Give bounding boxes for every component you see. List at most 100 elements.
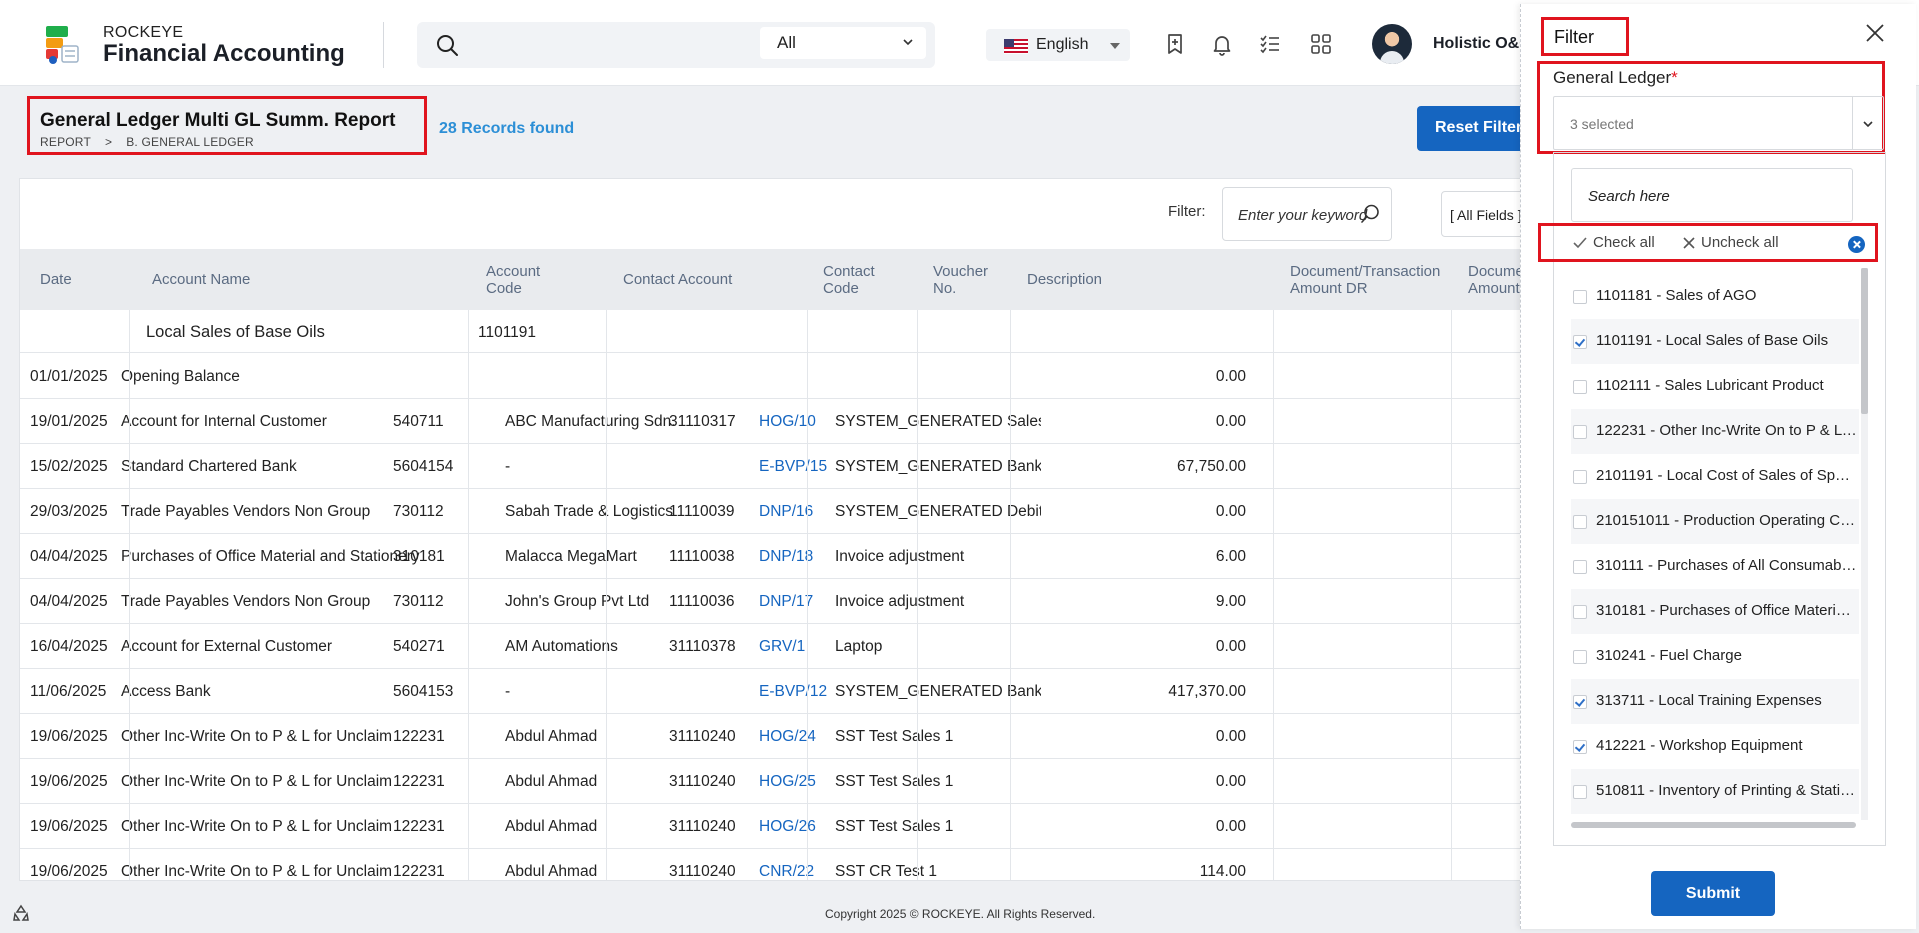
bookmark-add-icon[interactable] [1163, 32, 1187, 56]
gl-option[interactable]: 510811 - Inventory of Printing & Station… [1571, 769, 1859, 814]
cell-amount-dr: 67,750.00 [1177, 457, 1246, 475]
checkbox-unchecked[interactable] [1573, 515, 1587, 529]
cell-account-code: 5604153 [393, 682, 454, 700]
col-voucher-no[interactable]: Voucher No. [933, 249, 1013, 310]
col-contact-account[interactable]: Contact Account [623, 249, 773, 310]
gl-option[interactable]: 412221 - Workshop Equipment [1571, 724, 1859, 769]
submit-button[interactable]: Submit [1651, 871, 1775, 916]
checkbox-unchecked[interactable] [1573, 560, 1587, 574]
checkbox-unchecked[interactable] [1573, 380, 1587, 394]
checklist-icon[interactable] [1258, 32, 1282, 56]
cell-amount-dr: 0.00 [1215, 727, 1246, 745]
gl-option[interactable]: 1101181 - Sales of AGO [1571, 274, 1859, 319]
table-row[interactable]: 11/06/2025 Access Bank 5604153- E-BVP/12 SYS… [20, 669, 1526, 714]
cell-account-code: 122231 [393, 772, 445, 790]
checkbox-checked[interactable] [1573, 335, 1587, 349]
gl-option[interactable]: 313711 - Local Training Expenses [1571, 679, 1859, 724]
col-description[interactable]: Description [1027, 249, 1187, 310]
table-row[interactable]: 29/03/2025 Trade Payables Vendors Non Gro… [20, 489, 1526, 534]
cell-amount-dr: 0.00 [1215, 412, 1246, 430]
general-ledger-select[interactable]: 3 selected [1553, 96, 1884, 150]
gl-option-label: 1102111 - Sales Lubricant Product [1596, 377, 1824, 394]
search-scope-select[interactable]: All [760, 27, 926, 59]
checkbox-unchecked[interactable] [1573, 425, 1587, 439]
footer-copyright: Copyright 2025 © ROCKEYE. All Rights Res… [825, 907, 1096, 921]
checkbox-unchecked[interactable] [1573, 785, 1587, 799]
dropdown-horizontal-scrollbar[interactable] [1571, 822, 1856, 828]
table-row[interactable]: 19/06/2025 Other Inc-Write On to P & L fo… [20, 714, 1526, 759]
cell-contact-account: - [505, 682, 511, 700]
gl-option[interactable]: 210151011 - Production Operating Cost [1571, 499, 1859, 544]
gl-option[interactable]: 310111 - Purchases of All Consumables [1571, 544, 1859, 589]
col-contact-code[interactable]: Contact Code [823, 249, 913, 310]
checkbox-checked[interactable] [1573, 740, 1587, 754]
checkbox-unchecked[interactable] [1573, 470, 1587, 484]
keyword-search-input[interactable]: Enter your keyword [1222, 187, 1392, 241]
table-row[interactable]: 15/02/2025 Standard Chartered Bank 5604154… [20, 444, 1526, 489]
gl-option[interactable]: 122231 - Other Inc-Write On to P & L for… [1571, 409, 1859, 454]
gl-option-label: 310111 - Purchases of All Consumables [1596, 557, 1858, 574]
table-row[interactable]: 16/04/2025 Account for External Customer 5… [20, 624, 1526, 669]
header-divider [383, 22, 384, 68]
table-row[interactable]: 04/04/2025 Trade Payables Vendors Non Gro… [20, 579, 1526, 624]
recycle-icon[interactable] [12, 904, 30, 922]
table-row[interactable]: 19/01/2025 Account for Internal Customer 5… [20, 399, 1526, 444]
col-account-name[interactable]: Account Name [152, 249, 392, 310]
table-row[interactable]: 19/06/2025 Other Inc-Write On to P & L fo… [20, 759, 1526, 804]
col-amount-cr[interactable]: Document/TransactionAmount CR [1468, 249, 1526, 310]
cell-contact-code: 11110036 [669, 592, 735, 610]
checkbox-checked[interactable] [1573, 695, 1587, 709]
gl-option[interactable]: 310241 - Fuel Charge [1571, 634, 1859, 679]
gl-option[interactable]: 1102111 - Sales Lubricant Product [1571, 364, 1859, 409]
chevron-down-icon[interactable] [1861, 117, 1875, 131]
cell-account-code: 5604154 [393, 457, 454, 475]
keyword-placeholder: Enter your keyword [1238, 207, 1368, 224]
caret-down-icon [1110, 43, 1120, 49]
check-all-button[interactable]: Check all [1573, 234, 1655, 251]
apps-grid-icon[interactable] [1309, 32, 1333, 56]
col-date[interactable]: Date [40, 249, 130, 310]
table-row[interactable]: 19/06/2025 Other Inc-Write On to P & L fo… [20, 804, 1526, 849]
gl-option[interactable]: 1101191 - Local Sales of Base Oils [1571, 319, 1859, 364]
global-search[interactable]: All [417, 22, 935, 68]
dropdown-scrollbar-thumb[interactable] [1861, 268, 1868, 414]
gl-option[interactable]: 2101191 - Local Cost of Sales of Special… [1571, 454, 1859, 499]
search-icon[interactable] [1359, 203, 1381, 225]
user-avatar[interactable] [1372, 24, 1412, 64]
checkbox-unchecked[interactable] [1573, 650, 1587, 664]
breadcrumb-root[interactable]: REPORT [40, 135, 91, 149]
gl-option-label: 412221 - Workshop Equipment [1596, 737, 1803, 754]
cell-contact-account: Malacca MegaMart [505, 547, 637, 565]
gl-option[interactable]: 310181 - Purchases of Office Material an… [1571, 589, 1859, 634]
cell-date: 19/06/2025 [30, 727, 108, 745]
clear-selection-icon[interactable] [1848, 236, 1865, 253]
general-ledger-label: General Ledger* [1553, 68, 1678, 87]
bell-icon[interactable] [1210, 32, 1234, 56]
checkbox-unchecked[interactable] [1573, 605, 1587, 619]
col-amount-dr[interactable]: Document/Transaction Amount DR [1290, 249, 1472, 310]
cell-date: 16/04/2025 [30, 637, 108, 655]
table-row[interactable]: 19/06/2025 Other Inc-Write On to P & L fo… [20, 849, 1526, 880]
uncheck-all-button[interactable]: Uncheck all [1683, 234, 1779, 251]
table-row[interactable]: 04/04/2025 Purchases of Office Material a… [20, 534, 1526, 579]
table-row[interactable]: 01/01/2025 Opening Balance 0.00 [20, 354, 1526, 399]
breadcrumb: REPORT > B. GENERAL LEDGER [40, 135, 424, 149]
col-account-code[interactable]: Account Code [486, 249, 586, 310]
search-icon[interactable] [435, 33, 459, 57]
reset-filters-button[interactable]: Reset Filter(S) [1417, 106, 1527, 151]
group-account-code: 1101191 [478, 323, 537, 341]
filter-panel-title: Filter [1541, 17, 1629, 56]
cell-account-code: 540271 [393, 637, 445, 655]
field-scope-select[interactable]: [ All Fields ] [1441, 191, 1526, 237]
checkbox-unchecked[interactable] [1573, 290, 1587, 304]
gl-option-label: 310181 - Purchases of Office Material an… [1596, 602, 1858, 619]
cell-contact-code: 11110039 [669, 502, 735, 520]
dropdown-search-input[interactable]: Search here [1571, 168, 1853, 222]
language-select[interactable]: English [986, 29, 1130, 61]
col-divider [129, 310, 130, 880]
page-title: General Ledger Multi GL Summ. Report [40, 110, 396, 131]
cell-date: 19/06/2025 [30, 772, 108, 790]
close-icon[interactable] [1864, 22, 1886, 44]
user-name[interactable]: Holistic O&G [1433, 35, 1532, 53]
cell-contact-code [669, 669, 749, 714]
